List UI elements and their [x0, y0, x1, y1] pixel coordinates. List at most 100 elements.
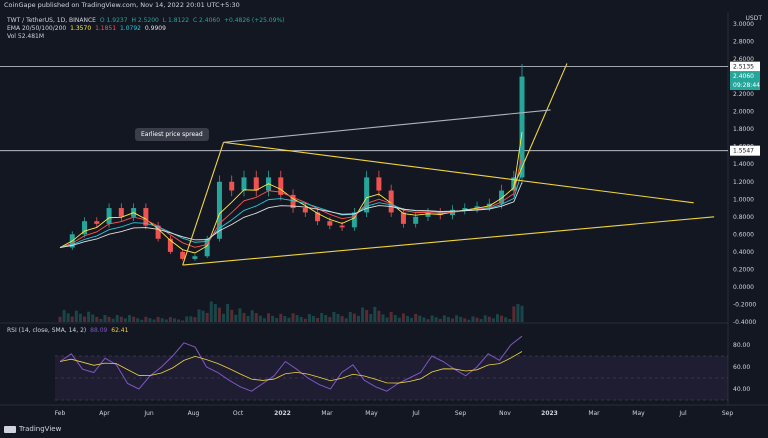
countdown-tag: 09:28:44	[733, 82, 760, 89]
y-tick-label: 0.6000	[733, 231, 754, 238]
last-price-tag: 2.4060	[733, 73, 754, 80]
y-tick-label: 1.8000	[733, 126, 754, 133]
volume-legend: Vol 52.481M	[7, 33, 44, 40]
volume-bar	[348, 311, 352, 322]
annotation-label[interactable]: Earliest price spread	[135, 128, 209, 141]
volume-bar	[275, 318, 279, 322]
rsi-tick-label: 60.00	[733, 364, 750, 371]
volume-bar	[78, 313, 82, 322]
volume-bar	[442, 315, 446, 322]
volume-bar	[446, 317, 450, 322]
volume-bar	[144, 316, 148, 322]
volume-bar	[217, 307, 221, 322]
x-tick-label: 2022	[274, 410, 291, 417]
volume-bar	[450, 318, 454, 322]
volume-bar	[95, 316, 99, 322]
volume-bar	[344, 318, 348, 322]
volume-bar	[303, 318, 307, 322]
volume-bar	[328, 317, 332, 322]
x-tick-label: Jul	[678, 410, 687, 417]
x-tick-label: Aug	[188, 410, 200, 417]
volume-bar	[172, 318, 176, 322]
symbol-legend: TWT / TetherUS, 1D, BINANCE O 1.9237 H 2…	[7, 17, 284, 24]
volume-bar	[283, 316, 287, 322]
volume-bar	[230, 309, 234, 322]
volume-bar	[189, 316, 193, 322]
volume-bar	[475, 317, 479, 322]
volume-bar	[414, 313, 418, 322]
rsi-label[interactable]: RSI (14, close, SMA, 14, 2)	[7, 327, 86, 334]
symbol-name[interactable]: TWT / TetherUS, 1D, BINANCE	[7, 17, 96, 24]
volume-bar	[495, 314, 499, 322]
volume-bar	[148, 318, 152, 322]
y-tick-label: 0.2000	[733, 266, 754, 273]
volume-bar	[226, 304, 230, 322]
volume-bar	[262, 318, 266, 322]
candle-body	[241, 177, 247, 191]
y-tick-label: 2.0000	[733, 109, 754, 116]
x-tick-label: Sep	[722, 410, 734, 417]
volume-bar	[500, 315, 504, 322]
volume-bar	[250, 310, 254, 322]
volume-bar	[70, 316, 74, 322]
low-value: L 1.8122	[162, 17, 190, 24]
volume-bar	[83, 316, 87, 322]
volume-bar	[119, 316, 123, 322]
candle-body	[106, 208, 112, 224]
ema-label[interactable]: EMA 20/50/100/200	[7, 25, 66, 32]
rsi-value: 88.09	[90, 327, 108, 334]
volume-bar	[385, 317, 389, 322]
volume-bar	[185, 316, 189, 322]
volume-bar	[123, 318, 127, 322]
volume-bar	[246, 315, 250, 322]
volume-label[interactable]: Vol 52.481M	[7, 33, 44, 40]
open-value: O 1.9237	[99, 17, 128, 24]
footer: TradingView	[4, 425, 61, 433]
y-tick-label: 2.8000	[733, 39, 754, 46]
volume-bar	[87, 311, 91, 322]
candle-body	[327, 221, 333, 226]
volume-bar	[381, 314, 385, 322]
volume-bar	[401, 313, 405, 322]
volume-bar	[287, 317, 291, 322]
y-tick-label: 0.0000	[733, 284, 754, 291]
ema100-value: 1.0792	[119, 25, 141, 32]
volume-bar	[74, 310, 78, 322]
volume-bar	[267, 313, 271, 322]
ema50-value: 1.1851	[95, 25, 117, 32]
chart-canvas: USDT3.00002.80002.60002.40002.20002.0000…	[0, 12, 768, 417]
x-tick-label: Mar	[321, 410, 333, 417]
volume-bar	[205, 312, 209, 322]
volume-bar	[483, 315, 487, 322]
candle-body	[302, 208, 308, 213]
candle-body	[253, 177, 259, 191]
volume-bar	[99, 319, 103, 322]
volume-bar	[479, 319, 483, 322]
volume-bar	[128, 315, 132, 322]
y-tick-label: 1.0000	[733, 196, 754, 203]
volume-bar	[66, 313, 70, 322]
ema-legend: EMA 20/50/100/200 1.3570 1.1851 1.0792 0…	[7, 25, 166, 32]
x-tick-label: Jul	[411, 410, 420, 417]
candle-body	[192, 256, 198, 259]
volume-bar	[430, 315, 434, 322]
volume-bar	[279, 313, 283, 322]
volume-bar	[164, 319, 168, 322]
volume-bar	[471, 316, 475, 322]
volume-bar	[103, 314, 107, 322]
x-tick-label: 2023	[541, 410, 558, 417]
footer-brand[interactable]: TradingView	[19, 425, 61, 433]
volume-bar	[504, 317, 508, 322]
volume-bar	[434, 317, 438, 322]
volume-bar	[291, 313, 295, 322]
rsi-sma-value: 62.41	[111, 327, 129, 334]
tradingview-logo-icon	[4, 425, 16, 433]
candle-body	[376, 177, 382, 191]
volume-bar	[307, 314, 311, 322]
volume-bar	[271, 315, 275, 322]
volume-bar	[115, 314, 119, 322]
volume-bar	[459, 316, 463, 322]
volume-bar	[91, 314, 95, 322]
low-level-tag: 1.5547	[733, 148, 754, 155]
upper-trendline	[223, 141, 694, 204]
